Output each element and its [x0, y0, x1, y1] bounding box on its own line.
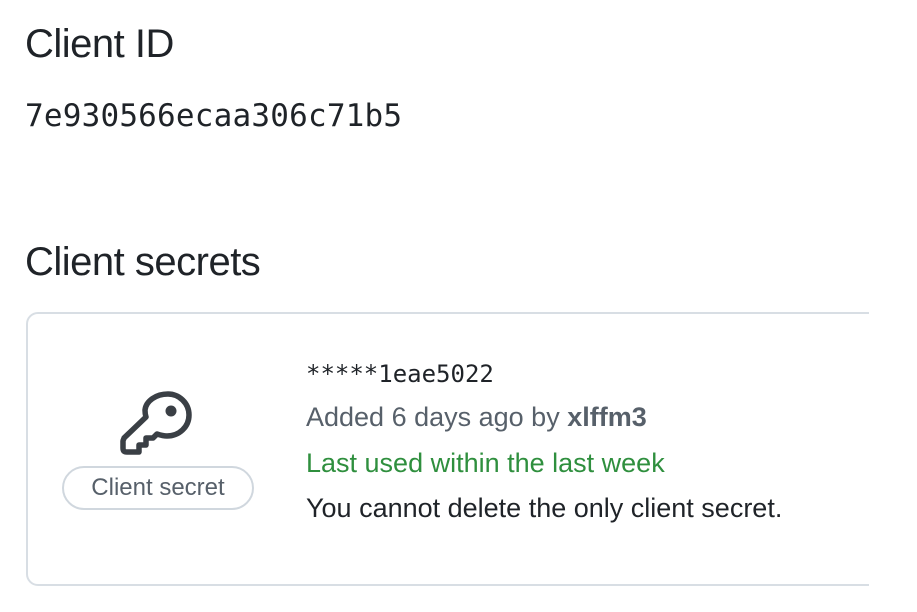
client-secret-delete-note: You cannot delete the only client secret… [306, 493, 783, 523]
client-secret-masked-value: *****1eae5022 [306, 360, 494, 388]
added-by-user: xlffm3 [567, 402, 647, 432]
oauth-app-credentials-page: Client ID 7e930566ecaa306c71b5 Client se… [0, 0, 917, 612]
key-icon [120, 391, 192, 455]
viewport-clip: Client secret *****1eae5022 Added 6 days… [0, 0, 869, 612]
client-secret-last-used: Last used within the last week [306, 448, 665, 478]
added-prefix: Added 6 days ago by [306, 402, 568, 432]
client-secret-added-info: Added 6 days ago by xlffm3 [306, 400, 647, 434]
client-secret-badge: Client secret [62, 466, 254, 510]
